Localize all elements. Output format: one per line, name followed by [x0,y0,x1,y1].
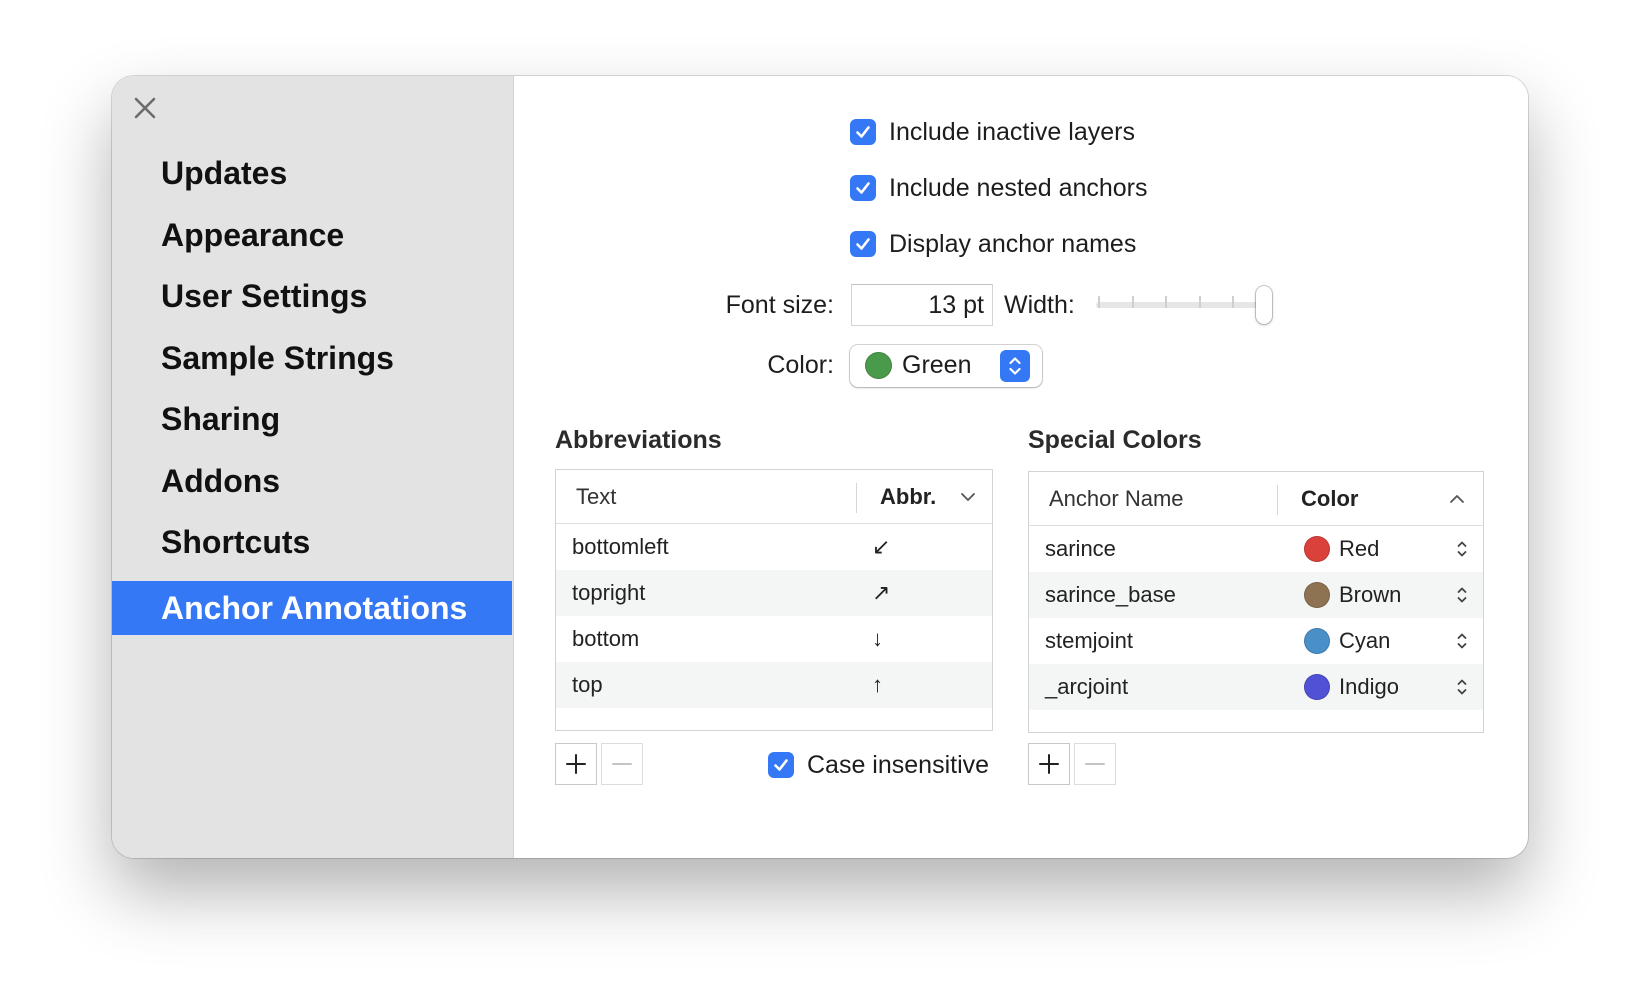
table-row[interactable]: bottom ↓ [556,616,992,662]
table-row[interactable]: topright ↗ [556,570,992,616]
sidebar-item-updates[interactable]: Updates [112,146,512,200]
table-row[interactable]: _arcjoint Indigo [1029,664,1483,710]
width-slider[interactable] [1096,284,1276,326]
checkmark-icon [856,126,870,138]
font-size-label: Font size: [725,291,834,319]
table-row[interactable]: sarince Red [1029,526,1483,572]
popup-stepper [1000,350,1030,382]
table-row[interactable]: sarince_base Brown [1029,572,1483,618]
abbr-text-cell: bottomleft [572,534,669,559]
sidebar-item-anchor-annotations[interactable]: Anchor Annotations [112,581,512,635]
display-anchor-names-label: Display anchor names [889,230,1137,258]
special-colors-title: Special Colors [1028,426,1202,454]
color-swatch [1304,628,1330,654]
width-label: Width: [1004,291,1075,319]
plus-icon [1039,754,1059,774]
abbreviations-table[interactable]: Text Abbr. bottomleft ↙ topright ↗ botto… [555,469,993,731]
color-name-cell: Brown [1339,582,1402,607]
column-header-anchor-name[interactable]: Anchor Name [1049,472,1184,526]
color-label: Color: [767,351,834,379]
sidebar: Updates Appearance User Settings Sample … [112,76,514,858]
case-insensitive-label: Case insensitive [807,751,990,779]
anchor-name-cell: stemjoint [1045,628,1134,653]
abbr-arrow-cell: ↙ [872,534,891,559]
table-row[interactable]: top ↑ [556,662,992,708]
table-header: Anchor Name Color [1029,472,1483,526]
font-size-field[interactable] [851,284,993,326]
sidebar-item-sample-strings[interactable]: Sample Strings [112,331,512,385]
chevron-down-icon [961,493,975,501]
column-header-text[interactable]: Text [576,470,616,524]
anchor-name-cell: sarince [1045,536,1116,561]
include-nested-anchors-checkbox[interactable] [850,175,876,201]
checkmark-icon [856,182,870,194]
sidebar-item-appearance[interactable]: Appearance [112,208,512,262]
include-inactive-layers-checkbox[interactable] [850,119,876,145]
abbreviations-title: Abbreviations [555,426,722,454]
slider-knob[interactable] [1256,286,1272,324]
color-swatch [865,352,892,379]
color-name-cell: Cyan [1339,628,1391,653]
checkmark-icon [856,238,870,250]
add-special-color-button[interactable] [1028,743,1070,785]
special-colors-table[interactable]: Anchor Name Color sarince Red sarince_ba… [1028,471,1484,733]
minus-icon [612,763,632,765]
sidebar-item-sharing[interactable]: Sharing [112,392,512,446]
abbr-arrow-cell: ↓ [872,626,883,651]
color-name-cell: Red [1339,536,1380,561]
chevron-updown-icon[interactable] [1456,585,1468,605]
color-popup[interactable]: Green [850,345,1042,387]
table-row[interactable]: bottomleft ↙ [556,524,992,570]
content-pane: Include inactive layers Include nested a… [514,76,1528,858]
table-header: Text Abbr. [556,470,992,524]
anchor-name-cell: _arcjoint [1045,674,1129,699]
column-separator [856,483,857,513]
abbr-arrow-cell: ↑ [872,672,883,697]
sidebar-item-addons[interactable]: Addons [112,454,512,508]
case-insensitive-checkbox[interactable] [768,752,794,778]
close-button[interactable] [130,93,160,123]
sidebar-item-shortcuts[interactable]: Shortcuts [112,515,512,569]
minus-icon [1085,763,1105,765]
remove-abbreviation-button[interactable] [601,743,643,785]
chevron-updown-icon[interactable] [1456,677,1468,697]
column-header-color[interactable]: Color [1301,472,1358,526]
add-abbreviation-button[interactable] [555,743,597,785]
color-name-cell: Indigo [1339,674,1399,699]
column-separator [1277,485,1278,515]
include-inactive-layers-label: Include inactive layers [889,118,1135,146]
table-row[interactable]: stemjoint Cyan [1029,618,1483,664]
plus-icon [566,754,586,774]
include-nested-anchors-label: Include nested anchors [889,174,1148,202]
column-header-abbr[interactable]: Abbr. [880,470,936,524]
abbr-arrow-cell: ↗ [872,580,891,605]
remove-special-color-button[interactable] [1074,743,1116,785]
close-icon [134,97,156,119]
abbr-text-cell: topright [572,580,646,605]
checkmark-icon [774,759,788,771]
abbr-text-cell: bottom [572,626,640,651]
display-anchor-names-checkbox[interactable] [850,231,876,257]
color-swatch [1304,536,1330,562]
color-swatch [1304,674,1330,700]
chevron-updown-icon[interactable] [1456,631,1468,651]
color-value: Green [902,351,972,379]
anchor-name-cell: sarince_base [1045,582,1176,607]
sidebar-item-user-settings[interactable]: User Settings [112,269,512,323]
preferences-window: Updates Appearance User Settings Sample … [112,76,1528,858]
abbr-text-cell: top [572,672,603,697]
color-swatch [1304,582,1330,608]
chevron-updown-icon [1009,357,1021,375]
chevron-updown-icon[interactable] [1456,539,1468,559]
chevron-up-icon [1450,495,1464,503]
